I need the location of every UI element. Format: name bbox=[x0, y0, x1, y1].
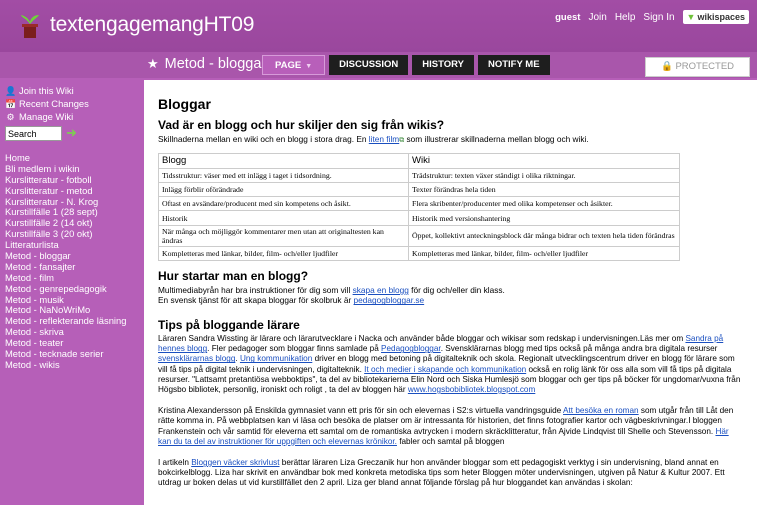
wikispaces-label: wikispaces bbox=[697, 12, 745, 22]
main-content: Bloggar Vad är en blogg och hur skiljer … bbox=[144, 80, 757, 505]
pedagogbloggar-link-2[interactable]: Pedagogbloggar bbox=[381, 344, 441, 353]
intro-text-b: som illustrerar skillnaderna mellan blog… bbox=[404, 134, 589, 144]
ung-kommunikation-link[interactable]: Ung kommunikation bbox=[240, 354, 312, 363]
table-cell: Historik bbox=[158, 210, 409, 226]
start-text-2a: En svensk tjänst för att skapa bloggar f… bbox=[158, 295, 354, 306]
search-input[interactable] bbox=[5, 126, 62, 141]
wikispaces-button[interactable]: ▼ wikispaces bbox=[682, 10, 749, 24]
start-text-2: En svensk tjänst för att skapa bloggar f… bbox=[158, 295, 743, 306]
tab-notify-me[interactable]: NOTIFY ME bbox=[477, 55, 550, 75]
table-header-blogg: Blogg bbox=[158, 152, 409, 169]
sidebar: 👤 Join this Wiki 📅 Recent Changes ⚙ Manage … bbox=[0, 80, 142, 505]
gear-icon: ⚙ bbox=[6, 111, 15, 122]
wikispaces-icon: ▼ bbox=[686, 12, 696, 22]
hogsbo-bibliotek-link[interactable]: www.hogsbobibliotek.blogspot.com bbox=[408, 385, 535, 394]
protected-badge[interactable]: 🔒 PROTECTED bbox=[645, 57, 750, 77]
search-go-icon[interactable]: ➜ bbox=[66, 126, 80, 140]
table-row: När många och möjliggör kommentarer men … bbox=[158, 224, 680, 247]
join-wiki-label: Join this Wiki bbox=[19, 85, 74, 96]
lock-icon: 🔒 bbox=[660, 61, 673, 72]
table-cell: Öppet, kollektivt anteckningsblock där m… bbox=[408, 224, 680, 247]
tips-text: fabler och samtal på bloggen bbox=[396, 436, 505, 446]
table-row: Oftast en avsändare/producent med sin ko… bbox=[158, 196, 680, 212]
table-cell: Trädstruktur: texten växer ständigt i ol… bbox=[408, 167, 680, 183]
film-link[interactable]: liten film bbox=[369, 134, 399, 144]
tab-page-label: PAGE bbox=[275, 60, 302, 71]
recent-changes-label: Recent Changes bbox=[19, 98, 89, 109]
page-bar: ★ Metod - bloggar PAGE ▼ DISCUSSION HISTO… bbox=[0, 52, 757, 78]
page-heading: Bloggar bbox=[158, 96, 211, 112]
table-cell: Kompletteras med länkar, bilder, film- o… bbox=[158, 245, 409, 261]
it-och-medier-link[interactable]: It och medier i skapande och kommunikati… bbox=[364, 365, 526, 374]
sidebar-item-kurslitteratur-metod[interactable]: Kurslitteratur - metod bbox=[5, 185, 126, 197]
sidebar-nav: Home Bli medlem i wikin Kurslitteratur -… bbox=[5, 152, 126, 371]
star-icon[interactable]: ★ bbox=[147, 56, 159, 72]
page-title: ★ Metod - bloggar bbox=[147, 56, 266, 72]
table-cell: Kompletteras med länkar, bilder, film- o… bbox=[408, 245, 680, 261]
table-cell: Tidsstruktur: väser med ett inlägg i tag… bbox=[158, 167, 409, 183]
intro-text: Skillnaderna mellan en wiki och en blogg… bbox=[158, 134, 743, 147]
comparison-table: Blogg Wiki Tidsstruktur: väser med ett i… bbox=[158, 152, 680, 261]
tips-text: . Fler pedagoger som bloggar finns samla… bbox=[207, 344, 382, 354]
start-text-1b: för dig och/eller din klass. bbox=[408, 284, 505, 295]
tips-text: I artikeln bbox=[158, 458, 192, 468]
table-row: Kompletteras med länkar, bilder, film- o… bbox=[158, 245, 680, 261]
sidebar-item-metod-genrepedagogik[interactable]: Metod - genrepedagogik bbox=[5, 283, 126, 295]
section-heading-blogg-vs-wiki: Vad är en blogg och hur skiljer den sig … bbox=[158, 118, 445, 132]
page-tabs: PAGE ▼ DISCUSSION HISTORY NOTIFY ME bbox=[262, 55, 550, 75]
join-link[interactable]: Join bbox=[588, 12, 606, 23]
pedagogbloggar-link[interactable]: pedagogbloggar.se bbox=[354, 295, 425, 305]
tips-text: Läraren Sandra Wissting är lärare och lä… bbox=[158, 333, 686, 343]
help-link[interactable]: Help bbox=[615, 12, 636, 23]
skapa-blogg-link[interactable]: skapa en blogg bbox=[353, 285, 409, 295]
tab-history[interactable]: HISTORY bbox=[412, 55, 474, 75]
manage-wiki-link[interactable]: ⚙ Manage Wiki bbox=[5, 111, 73, 123]
start-text-1a: Multimediabyrån har bra instruktioner fö… bbox=[158, 284, 353, 295]
manage-wiki-label: Manage Wiki bbox=[19, 111, 74, 122]
start-text-1: Multimediabyrån har bra instruktioner fö… bbox=[158, 285, 743, 296]
bloggen-vacker-link[interactable]: Bloggen väcker skrivlust bbox=[191, 458, 279, 467]
calendar-icon: 📅 bbox=[5, 98, 17, 109]
join-wiki-link[interactable]: 👤 Join this Wiki bbox=[5, 85, 74, 97]
tips-text: Kristina Alexandersson på Enskilda gymna… bbox=[158, 406, 564, 416]
site-title[interactable]: textengagemangHT09 bbox=[50, 13, 254, 37]
sign-in-link[interactable]: Sign In bbox=[643, 12, 674, 23]
table-row: Inlägg förblir oförändrade Texter förändr… bbox=[158, 181, 680, 198]
table-cell: Oftast en avsändare/producent med sin ko… bbox=[158, 196, 409, 212]
tips-paragraph-2: Kristina Alexandersson på Enskilda gymna… bbox=[158, 406, 743, 447]
besoka-roman-link[interactable]: Att besöka en roman bbox=[563, 406, 639, 415]
tab-discussion[interactable]: DISCUSSION bbox=[329, 55, 409, 75]
recent-changes-link[interactable]: 📅 Recent Changes bbox=[5, 98, 89, 110]
tips-paragraph-3: I artikeln Bloggen väcker skrivlust berä… bbox=[158, 458, 743, 489]
protected-label: PROTECTED bbox=[675, 61, 735, 72]
table-row: Historik Historik med versionshantering bbox=[158, 210, 680, 226]
chevron-down-icon: ▼ bbox=[305, 63, 313, 70]
tab-page[interactable]: PAGE ▼ bbox=[262, 55, 326, 75]
section-heading-tips: Tips på bloggande lärare bbox=[158, 317, 300, 332]
tips-paragraph-1: Läraren Sandra Wissting är lärare och lä… bbox=[158, 334, 743, 395]
section-heading-starta-blogg: Hur startar man en blogg? bbox=[158, 268, 309, 283]
table-row: Tidsstruktur: väser med ett inlägg i tag… bbox=[158, 167, 680, 183]
wiki-logo-icon[interactable] bbox=[16, 12, 44, 40]
table-header-wiki: Wiki bbox=[408, 152, 680, 169]
guest-label: guest bbox=[555, 11, 581, 23]
page-title-text: Metod - bloggar bbox=[164, 56, 267, 72]
table-cell: När många och möjliggör kommentarer men … bbox=[158, 224, 409, 247]
table-cell: Inlägg förblir oförändrade bbox=[158, 181, 409, 198]
tips-text: . Svensklärarnas blogg med tips också på… bbox=[440, 344, 718, 354]
user-add-icon: 👤 bbox=[5, 85, 17, 96]
table-cell: Flera skribenter/producenter med olika k… bbox=[408, 196, 680, 212]
table-cell: Historik med versionshantering bbox=[408, 210, 680, 226]
top-header: textengagemangHT09 guest Join Help Sign … bbox=[0, 0, 757, 52]
table-header-row: Blogg Wiki bbox=[158, 152, 680, 169]
sidebar-item-metod-wikis[interactable]: Metod - wikis bbox=[5, 359, 126, 371]
svensklararnas-blogg-link[interactable]: svensklärarnas blogg bbox=[158, 354, 235, 363]
intro-text-a: Skillnaderna mellan en wiki och en blogg… bbox=[158, 134, 369, 144]
table-cell: Texter förändras hela tiden bbox=[408, 181, 680, 198]
user-bar: guest Join Help Sign In ▼ wikispaces bbox=[555, 10, 749, 24]
